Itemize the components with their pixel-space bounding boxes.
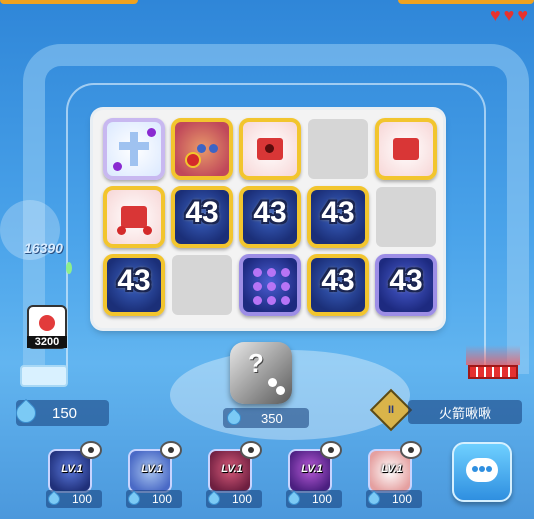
heart-icon: ♥ [503,5,515,25]
unit-label: 43 [185,196,219,229]
shop-cost-value: 100 [72,492,93,506]
unit-label: 43 [321,196,355,229]
dice-cost-value: 350 [261,410,283,426]
shop-cost: 100 [125,490,182,508]
game-board: 43 43 43 43 43 43 [93,110,443,328]
question-icon: ? [248,348,264,378]
shop-level: LV.1 [381,463,403,475]
shop-cost-value: 100 [152,492,173,506]
unit-hat[interactable] [103,186,165,248]
energy-value: 150 [52,404,78,422]
lives: ♥ ♥ ♥ [490,5,528,26]
unit-43[interactable]: 43 [307,186,369,248]
unit-43[interactable]: 43 [171,186,233,248]
unit-label: 43 [389,264,423,297]
heart-icon: ♥ [489,5,501,25]
heart-icon: ♥ [517,5,528,25]
unit-43[interactable]: 43 [239,186,301,248]
energy-display: 150 [11,398,109,428]
enemy-hp: 16390 [24,240,63,256]
eye-icon[interactable] [240,441,262,459]
unit-43[interactable]: 43 [103,254,165,316]
shop-slot-2[interactable]: LV.1 100 [122,441,188,511]
enemy-marker [66,262,72,274]
water-drop-icon [285,490,303,508]
unit-label: 43 [253,196,287,229]
spawn-platform [20,365,68,387]
water-drop-icon [11,398,41,428]
unit-cross[interactable] [103,118,165,180]
eye-icon[interactable] [320,441,342,459]
unit-body[interactable] [171,118,233,180]
chat-button[interactable] [452,442,512,502]
empty-slot[interactable] [172,255,232,315]
shop-level: LV.1 [221,463,243,475]
shop-slot-5[interactable]: LV.1 100 [362,441,428,511]
shop-slot-1[interactable]: LV.1 100 [42,441,108,511]
shop-cost: 100 [285,490,342,508]
player-name-box: 火箭啾啾 [408,400,522,424]
water-drop-icon [125,490,143,508]
unit-hat[interactable] [239,118,301,180]
unit-43[interactable]: 43 [307,254,369,316]
water-drop-icon [45,490,63,508]
eye-icon[interactable] [400,441,422,459]
shop-slot-4[interactable]: LV.1 100 [282,441,348,511]
boss-hp: 3200 [27,336,67,348]
water-drop-icon [205,490,223,508]
water-drop-icon [365,490,383,508]
unit-label: 43 [117,264,151,297]
water-drop-icon [224,408,244,428]
shop-cost: 100 [365,490,422,508]
shop-cost-value: 100 [312,492,333,506]
top-right-bar [398,0,534,4]
unit-43[interactable]: 43 [375,254,437,316]
goal-gate [466,345,520,381]
chat-bubble-icon [466,458,498,482]
empty-slot[interactable] [376,187,436,247]
dice-button[interactable]: ? [228,340,296,406]
shop-slot-3[interactable]: LV.1 100 [202,441,268,511]
rank-label: II [387,404,395,416]
shop-cost-value: 100 [232,492,253,506]
unit-hat[interactable] [375,118,437,180]
unit-label: 43 [321,264,355,297]
unit-dots[interactable] [239,254,301,316]
shop-cost: 100 [45,490,102,508]
dice-cost: 350 [223,408,309,428]
shop-level: LV.1 [61,463,83,475]
eye-icon[interactable] [160,441,182,459]
shop-level: LV.1 [141,463,163,475]
shop-cost-value: 100 [392,492,413,506]
shop-level: LV.1 [301,463,323,475]
top-left-bar [0,0,138,4]
empty-slot[interactable] [308,119,368,179]
eye-icon[interactable] [80,441,102,459]
shop-cost: 100 [205,490,262,508]
boss-enemy: 3200 [27,305,67,349]
player-name: 火箭啾啾 [438,405,491,421]
